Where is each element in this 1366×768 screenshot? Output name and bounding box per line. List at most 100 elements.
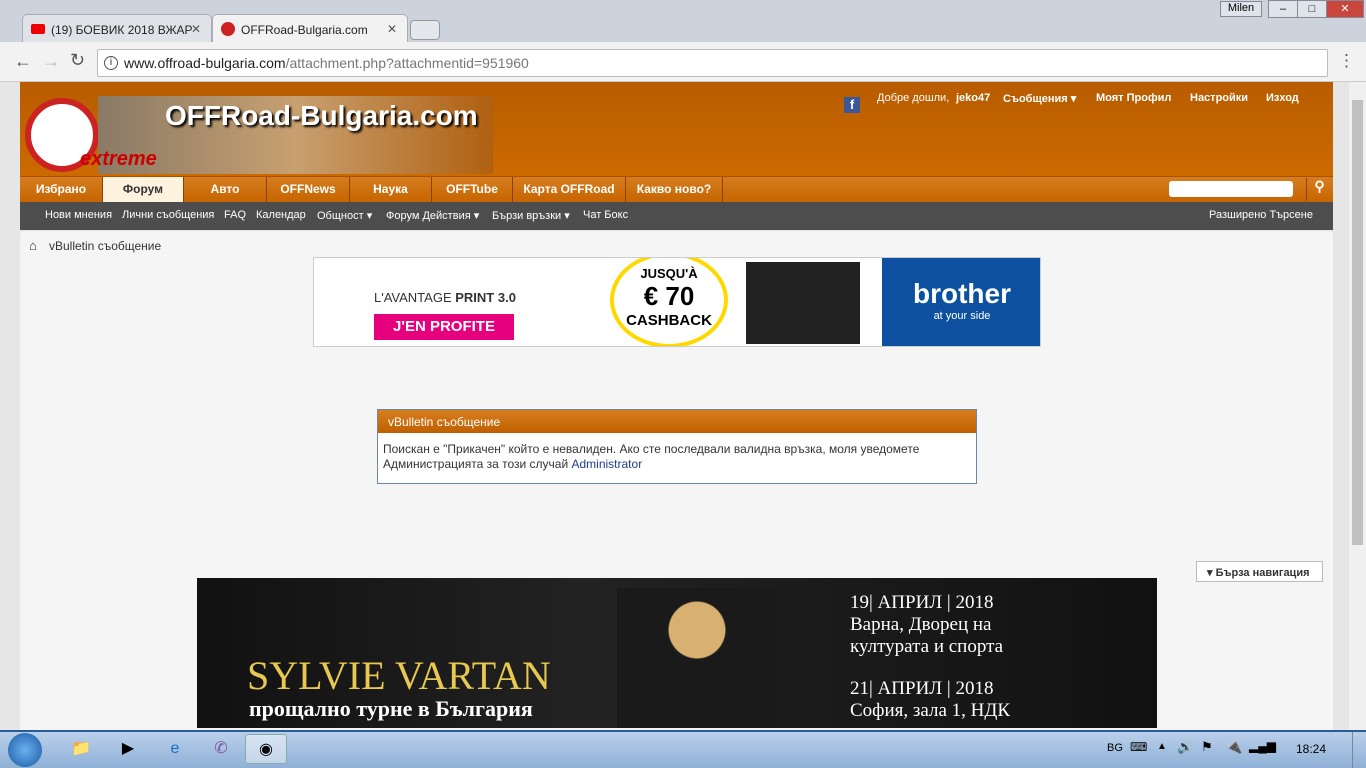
ad-place: културата и спорта — [850, 636, 1004, 657]
welcome-text: Добре дошли, — [877, 92, 950, 104]
search-input[interactable] — [1169, 181, 1293, 197]
info-icon[interactable]: i — [104, 56, 118, 70]
message-box: vBulletin съобщение Поискан е "Прикачен"… — [377, 409, 977, 484]
ad-text: CASHBACK — [626, 312, 712, 329]
advanced-search-link[interactable]: Разширено Търсене — [1209, 209, 1313, 221]
url-input[interactable]: i www.offroad-bulgaria.com/attachment.ph… — [97, 49, 1328, 77]
tab-title: OFFRoad-Bulgaria.com — [241, 23, 368, 37]
ad-portrait — [617, 588, 777, 728]
profile-link[interactable]: Моят Профил — [1096, 92, 1171, 104]
start-button[interactable] — [8, 733, 42, 767]
show-desktop-button[interactable] — [1352, 732, 1366, 768]
profile-button[interactable]: Milen — [1220, 1, 1262, 17]
subnav-label: Бързи връзки — [492, 210, 562, 222]
sub-nav: Нови мнения Лични съобщения FAQ Календар… — [20, 202, 1333, 230]
nav-whats-new[interactable]: Какво ново? — [626, 177, 723, 202]
subnav-label: Общност — [317, 210, 364, 222]
scrollbar-thumb[interactable] — [1352, 100, 1363, 545]
explorer-icon[interactable]: 📁 — [66, 734, 96, 764]
web-page: OFFRoad-Bulgaria.com extreme f Добре дош… — [0, 82, 1349, 730]
message-body: Поискан е "Прикачен" който е невалиден. … — [378, 433, 976, 481]
nav-auto[interactable]: Авто — [184, 177, 267, 202]
administrator-link[interactable]: Administrator — [572, 457, 643, 471]
page-scrollbar[interactable] — [1349, 82, 1366, 730]
forward-icon[interactable]: → — [42, 51, 60, 72]
subnav-faq[interactable]: FAQ — [224, 209, 246, 221]
username-link[interactable]: jeko47 — [956, 92, 990, 104]
subnav-chat-box[interactable]: Чат Бокс — [583, 209, 628, 221]
ad-place: София, зала 1, НДК — [850, 700, 1011, 721]
browser-tab-bar: (19) БОЕВИК 2018 ВЖАР ✕ OFFRoad-Bulgaria.… — [0, 0, 1366, 42]
network-signal-icon[interactable]: ▂▄▆ — [1249, 739, 1276, 753]
subnav-calendar[interactable]: Календар — [256, 209, 306, 221]
site-logo-text[interactable]: OFFRoad-Bulgaria.com — [165, 100, 478, 132]
nav-science[interactable]: Наука — [350, 177, 432, 202]
ad-subtitle: прощално турне в България — [249, 696, 533, 721]
ad-date: 21| АПРИЛ | 2018 — [850, 678, 994, 699]
action-center-flag-icon[interactable]: ⚑ — [1201, 739, 1213, 755]
windows-taskbar: 📁 ▶ e ✆ ◉ BG ⌨ ▲ 🔊 ⚑ 🔌 ▂▄▆ 18:24 — [0, 730, 1366, 768]
maximize-button[interactable]: □ — [1297, 0, 1327, 18]
ad-text: € 70 — [643, 281, 695, 311]
ad-text: JUSQU'À — [640, 266, 698, 281]
content-area: ⌂ vBulletin съобщение L'AVANTAGE PRINT 3… — [20, 231, 1333, 730]
nav-favorites[interactable]: Избрано — [20, 177, 103, 202]
tab-title: (19) БОЕВИК 2018 ВЖАР — [51, 23, 193, 37]
settings-link[interactable]: Настройки — [1190, 92, 1248, 104]
keyboard-icon[interactable]: ⌨ — [1130, 740, 1147, 754]
subnav-forum-actions[interactable]: Форум Действия ▾ — [386, 209, 479, 222]
site-header: OFFRoad-Bulgaria.com extreme f Добре дош… — [20, 82, 1333, 176]
messages-menu[interactable]: Съобщения ▾ — [1003, 92, 1076, 105]
close-tab-icon[interactable]: ✕ — [387, 22, 397, 36]
reload-icon[interactable]: ↻ — [70, 50, 85, 71]
brother-logo: brother at your side — [882, 258, 1040, 346]
message-text: Поискан е "Прикачен" който е невалиден. … — [383, 442, 920, 471]
ad-cta-button[interactable]: J'EN PROFITE — [374, 314, 514, 340]
tab-youtube[interactable]: (19) БОЕВИК 2018 ВЖАР ✕ — [22, 14, 212, 42]
url-path: /attachment.php?attachmentid=951960 — [285, 55, 529, 71]
sylvie-vartan-ad[interactable]: SYLVIE VARTAN прощално турне в България … — [197, 578, 1157, 728]
subnav-new-posts[interactable]: Нови мнения — [45, 209, 112, 221]
youtube-icon — [31, 24, 45, 34]
new-tab-button[interactable] — [410, 20, 440, 40]
ad-text: PRINT 3.0 — [455, 290, 516, 305]
breadcrumb: vBulletin съобщение — [49, 239, 162, 253]
media-player-icon[interactable]: ▶ — [113, 734, 143, 764]
show-hidden-icons[interactable]: ▲ — [1157, 741, 1167, 752]
subnav-private-messages[interactable]: Лични съобщения — [122, 209, 214, 221]
power-icon[interactable]: 🔌 — [1226, 739, 1242, 755]
menu-icon[interactable]: ⋮ — [1338, 51, 1355, 71]
ad-tagline: at your side — [933, 310, 991, 322]
logo-extreme: extreme — [80, 148, 157, 170]
clock[interactable]: 18:24 — [1296, 742, 1326, 756]
tab-offroad[interactable]: OFFRoad-Bulgaria.com ✕ — [212, 14, 408, 42]
subnav-community[interactable]: Общност ▾ — [317, 209, 372, 222]
messages-label: Съобщения — [1003, 93, 1068, 105]
language-indicator[interactable]: BG — [1107, 742, 1123, 754]
logout-link[interactable]: Изход — [1266, 92, 1299, 104]
chrome-icon[interactable]: ◉ — [245, 734, 287, 764]
search-icon[interactable]: ⚲ — [1306, 178, 1332, 201]
nav-offtube[interactable]: OFFTube — [432, 177, 513, 202]
subnav-label: Форум Действия — [386, 210, 471, 222]
nav-offnews[interactable]: OFFNews — [267, 177, 350, 202]
back-icon[interactable]: ← — [14, 51, 32, 72]
subnav-quick-links[interactable]: Бързи връзки ▾ — [492, 209, 570, 222]
close-tab-icon[interactable]: ✕ — [191, 22, 201, 36]
ad-date: 19| АПРИЛ | 2018 — [850, 592, 994, 613]
main-nav: Избрано Форум Авто OFFNews Наука OFFTube… — [20, 176, 1333, 202]
internet-explorer-icon[interactable]: e — [160, 734, 190, 764]
nav-forum[interactable]: Форум — [103, 177, 184, 202]
home-icon[interactable]: ⌂ — [29, 238, 37, 253]
quick-nav-button[interactable]: ▾ Бърза навигация — [1196, 561, 1323, 582]
minimize-button[interactable]: – — [1268, 0, 1298, 18]
close-window-button[interactable]: ✕ — [1326, 0, 1364, 18]
nav-map[interactable]: Карта OFFRoad — [513, 177, 626, 202]
viber-icon[interactable]: ✆ — [206, 734, 236, 764]
brother-ad[interactable]: L'AVANTAGE PRINT 3.0 J'EN PROFITE JUSQU'… — [313, 257, 1041, 347]
message-title: vBulletin съобщение — [378, 410, 976, 433]
ad-title: SYLVIE VARTAN — [247, 653, 551, 698]
facebook-icon[interactable]: f — [844, 97, 860, 113]
volume-icon[interactable]: 🔊 — [1177, 739, 1193, 755]
site-favicon — [221, 22, 235, 36]
